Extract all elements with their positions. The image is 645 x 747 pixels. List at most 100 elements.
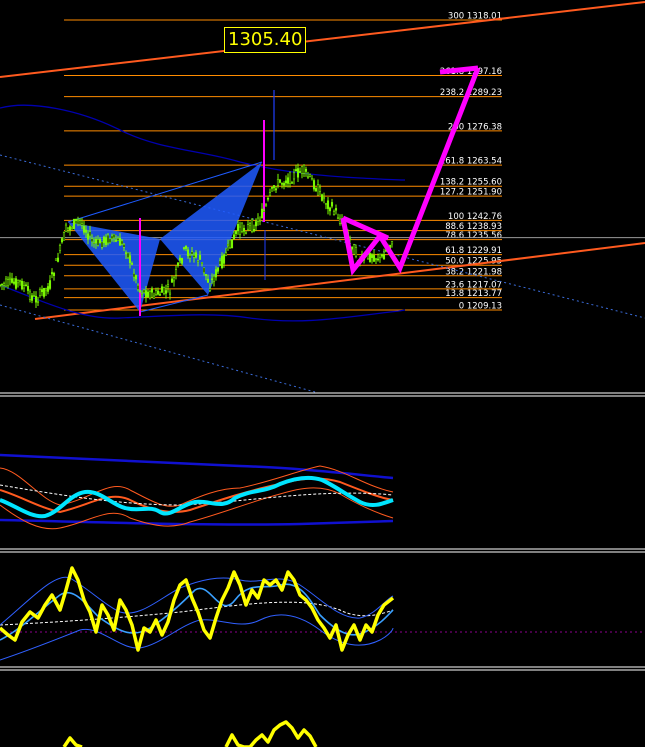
candle-body (292, 172, 296, 180)
candle-body (190, 251, 194, 255)
fib-level-label: 38.2 1221.98 (445, 267, 502, 277)
candle-body (286, 177, 290, 184)
candle-body (284, 180, 288, 184)
candle-body (332, 210, 336, 215)
candle-body (160, 286, 164, 293)
candle-body (4, 278, 8, 287)
candle-body (270, 187, 274, 189)
candle-body (114, 240, 118, 242)
candle-body (310, 178, 314, 181)
oscillator-panel-3 (62, 720, 318, 747)
candle-body (308, 173, 312, 177)
candle-body (258, 220, 262, 222)
candle-body (224, 252, 228, 256)
candle-body (176, 262, 180, 266)
candle-body (104, 237, 108, 246)
candle-body (162, 286, 166, 294)
candle-body (272, 185, 276, 188)
candle-body (324, 203, 328, 205)
candle-body (274, 188, 278, 191)
candle-body (370, 254, 374, 258)
osc2-blue-band-upper (0, 576, 394, 626)
candle-body (118, 237, 122, 246)
candle-body (202, 267, 206, 273)
candle-body (14, 278, 18, 289)
candle-body (242, 228, 246, 232)
candle-body (38, 289, 42, 296)
candle-body (282, 183, 286, 186)
candle-body (198, 254, 202, 260)
candle-body (298, 171, 302, 173)
candle-body (100, 241, 104, 248)
candle-body (268, 192, 272, 196)
candle-body (338, 218, 342, 224)
candle-body (172, 277, 176, 282)
candle-body (300, 166, 304, 174)
candle-body (10, 278, 14, 283)
candle-body (138, 290, 142, 292)
candle-body (232, 234, 236, 240)
fib-level-label: 127.2 1251.90 (440, 188, 502, 198)
candle-body (94, 238, 98, 244)
candle-body (208, 288, 212, 291)
candle-body (204, 274, 208, 276)
candle-body (246, 224, 250, 230)
candle-body (70, 227, 74, 229)
candle-body (196, 260, 200, 263)
candle-body (108, 238, 112, 243)
candle-body (74, 218, 78, 221)
candle-body (314, 188, 318, 192)
candle-body (20, 281, 24, 290)
candle-body (164, 290, 168, 294)
fib-level-label: 161.8 1263.54 (440, 157, 502, 167)
candle-body (8, 277, 12, 280)
candle-body (304, 168, 308, 172)
candle-body (48, 280, 52, 289)
candle-body (58, 244, 62, 251)
candle-body (336, 217, 340, 220)
candle-body (380, 254, 384, 257)
osc2-yellow-main (0, 566, 395, 652)
candle-body (186, 249, 190, 257)
osc1-upper-band (0, 453, 394, 480)
candle-body (326, 200, 330, 209)
candle-body (30, 295, 34, 301)
candle-body (128, 255, 132, 263)
candle-body (228, 239, 232, 249)
candle-body (312, 180, 316, 190)
candle-body (80, 223, 84, 226)
candle-body (262, 210, 266, 213)
trading-chart[interactable]: 300 1318.01261.8 1297.16238.2 1289.23200… (0, 0, 645, 747)
candle-body (374, 258, 378, 260)
candle-body (280, 183, 284, 185)
candle-body (180, 258, 184, 264)
oscillator-panel-2 (0, 566, 645, 661)
candle-body (66, 227, 70, 229)
candle-body (0, 283, 4, 286)
osc3-yellow-secondary (224, 720, 318, 747)
candle-body (318, 187, 322, 192)
candle-body (296, 168, 300, 178)
candle-body (152, 295, 156, 299)
candle-body (294, 169, 298, 172)
candle-body (26, 285, 30, 291)
candle-body (102, 236, 106, 243)
fib-level-label: 78.6 1235.56 (445, 231, 502, 241)
candle-body (52, 272, 56, 276)
upper-trend-line[interactable] (0, 1, 645, 78)
candle-body (36, 301, 40, 303)
candle-body (82, 225, 86, 233)
candle-body (148, 291, 152, 299)
candle-body (18, 279, 22, 282)
candle-body (382, 254, 386, 260)
candle-body (390, 240, 394, 245)
candle-body (322, 197, 326, 199)
candle-body (200, 262, 204, 265)
candle-body (302, 165, 306, 174)
candle-body (166, 284, 170, 287)
oscillator-panel-1 (0, 453, 394, 530)
candle-body (220, 255, 224, 268)
candle-body (140, 293, 144, 295)
candle-body (334, 208, 338, 211)
candle-body (62, 232, 66, 241)
